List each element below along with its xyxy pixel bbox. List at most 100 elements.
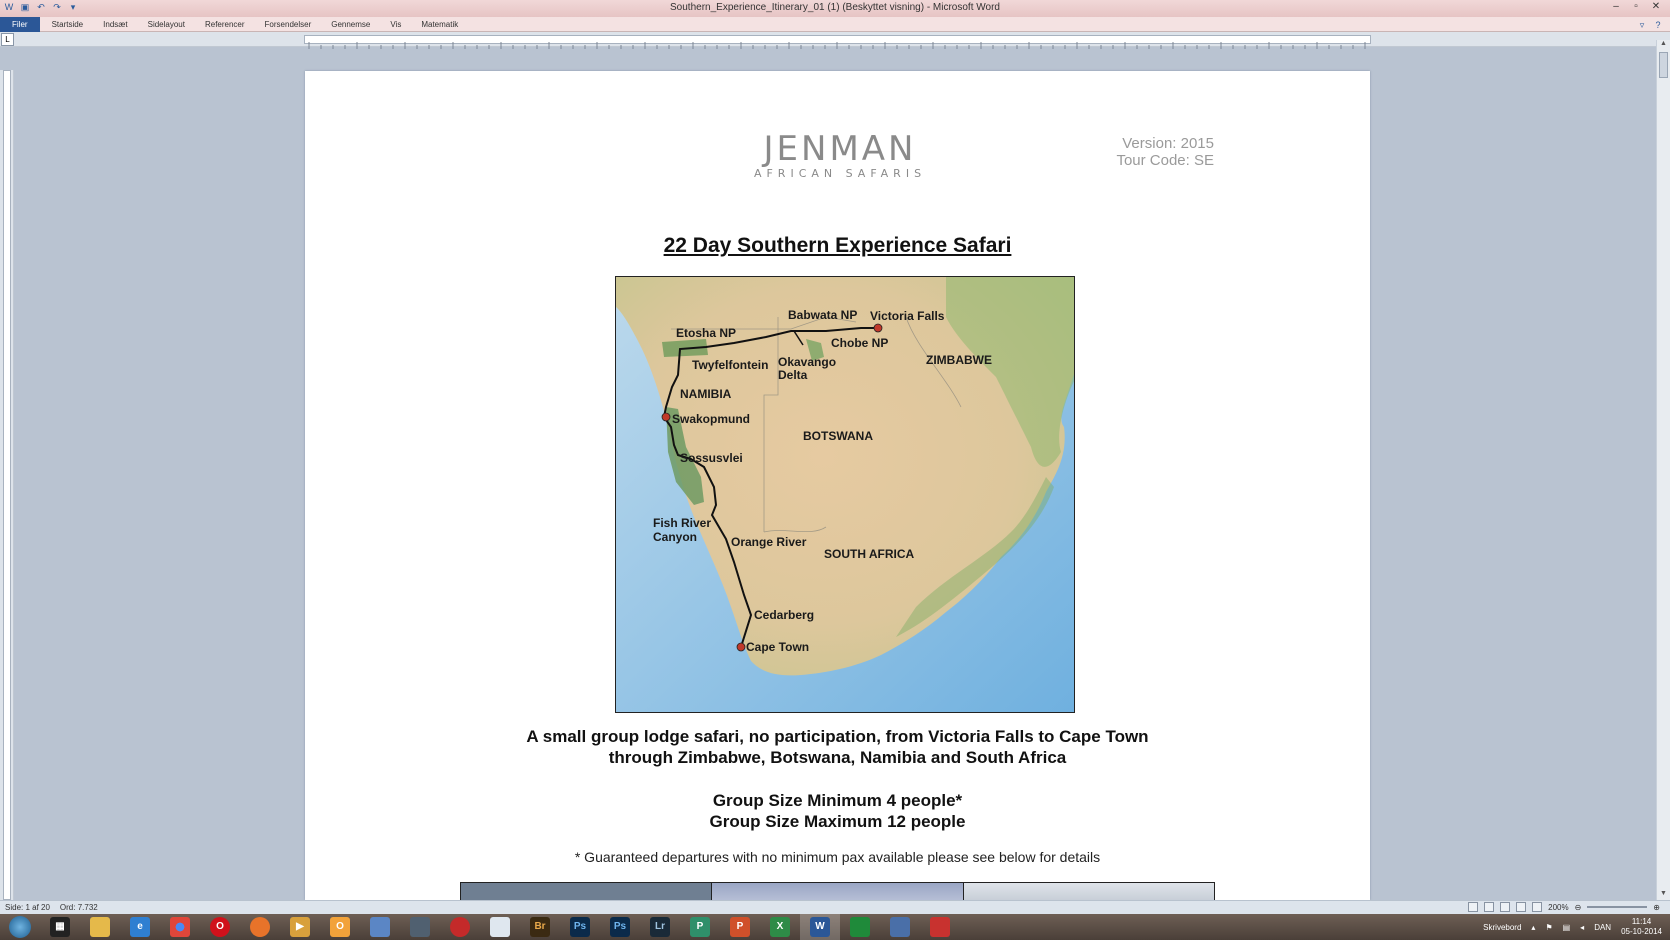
taskbar-app-bridge[interactable]: Br — [520, 914, 560, 940]
taskbar-app-manager[interactable]: ▦ — [40, 914, 80, 940]
document-page[interactable]: JENMAN AFRICAN SAFARIS Version: 2015 Tou… — [305, 71, 1370, 900]
group-size: Group Size Minimum 4 people* Group Size … — [305, 790, 1370, 832]
tab-math[interactable]: Matematik — [411, 17, 468, 32]
desktop-toolbar-label[interactable]: Skrivebord — [1483, 923, 1521, 932]
version-text: Version: 2015 — [1122, 135, 1214, 152]
page-count[interactable]: Side: 1 af 20 — [5, 903, 50, 912]
draft-view-icon[interactable] — [1532, 902, 1543, 912]
clock-time: 11:14 — [1631, 917, 1652, 926]
map-label-victoria-falls: Victoria Falls — [870, 309, 945, 323]
ruler-bar[interactable] — [304, 35, 1371, 49]
horizontal-ruler: L — [0, 32, 1670, 49]
expand-ribbon-icon[interactable]: ▿ — [1636, 19, 1648, 31]
scroll-thumb[interactable] — [1659, 52, 1668, 78]
zoom-out-icon[interactable]: ⊖ — [1575, 903, 1582, 912]
status-bar: Side: 1 af 20 Ord: 7.732 200% ⊖ ⊕ — [0, 900, 1670, 914]
route-map: Babwata NP Victoria Falls Etosha NP Chob… — [615, 276, 1075, 713]
restore-button[interactable]: ▫ — [1626, 0, 1646, 14]
tour-description: A small group lodge safari, no participa… — [305, 726, 1370, 768]
swakopmund-marker — [661, 412, 671, 422]
tab-review[interactable]: Gennemse — [321, 17, 380, 32]
taskbar-app-firefox[interactable] — [240, 914, 280, 940]
company-logo: JENMAN AFRICAN SAFARIS — [745, 131, 935, 180]
grid-app-icon: ▦ — [50, 917, 70, 937]
outline-view-icon[interactable] — [1516, 902, 1527, 912]
photoshop-icon-2: Ps — [610, 917, 630, 937]
taskbar-app-chrome[interactable] — [160, 914, 200, 940]
taskbar-app-word[interactable]: W — [800, 914, 840, 940]
logo-subtitle: AFRICAN SAFARIS — [753, 167, 927, 180]
taskbar-app-acrobat[interactable] — [920, 914, 960, 940]
photo-1 — [461, 883, 713, 900]
taskbar-app-notepad[interactable] — [480, 914, 520, 940]
print-layout-view-icon[interactable] — [1468, 902, 1479, 912]
lightroom-icon: Lr — [650, 917, 670, 937]
close-button[interactable]: ✕ — [1646, 0, 1666, 14]
flag-icon[interactable]: ⚑ — [1545, 923, 1552, 932]
start-button[interactable] — [0, 914, 40, 940]
tab-references[interactable]: Referencer — [195, 17, 255, 32]
scroll-down-icon[interactable]: ▼ — [1657, 890, 1670, 900]
taskbar-app-publisher[interactable]: P — [680, 914, 720, 940]
taskbar-app-media[interactable]: ▶ — [280, 914, 320, 940]
clock[interactable]: 11:14 05-10-2014 — [1621, 917, 1662, 937]
map-label-cape-town: Cape Town — [746, 640, 809, 654]
tab-insert[interactable]: Indsæt — [93, 17, 137, 32]
outlook-icon: O — [330, 917, 350, 937]
acrobat-icon — [930, 917, 950, 937]
taskbar-app-outlook[interactable]: O — [320, 914, 360, 940]
tab-file[interactable]: Filer — [0, 17, 40, 32]
map-label-fish-river-2: Canyon — [653, 530, 697, 544]
vertical-scrollbar[interactable]: ▲ ▼ — [1656, 40, 1670, 900]
ribbon: Filer Startside Indsæt Sidelayout Refere… — [0, 17, 1670, 32]
scroll-up-icon[interactable]: ▲ — [1657, 40, 1670, 50]
taskbar-app-powerpoint[interactable]: P — [720, 914, 760, 940]
tab-home[interactable]: Startside — [42, 17, 94, 32]
taskbar-app-opera[interactable]: O — [200, 914, 240, 940]
taskbar-app-photoshop-1[interactable]: Ps — [560, 914, 600, 940]
word-count[interactable]: Ord: 7.732 — [60, 903, 98, 912]
taskbar-app-lightroom[interactable]: Lr — [640, 914, 680, 940]
volume-icon[interactable]: ◂ — [1580, 923, 1584, 932]
tour-code-text: Tour Code: SE — [1116, 152, 1214, 169]
map-label-orange-river: Orange River — [731, 535, 807, 549]
zoom-level[interactable]: 200% — [1548, 903, 1568, 912]
minimize-button[interactable]: – — [1606, 0, 1626, 14]
map-label-babwata: Babwata NP — [788, 308, 857, 322]
full-screen-view-icon[interactable] — [1484, 902, 1495, 912]
tab-mailings[interactable]: Forsendelser — [255, 17, 322, 32]
zoom-in-icon[interactable]: ⊕ — [1653, 903, 1660, 912]
vertical-ruler-bar[interactable] — [3, 70, 11, 900]
language-indicator[interactable]: DAN — [1594, 923, 1611, 932]
taskbar-app-photoshop-2[interactable]: Ps — [600, 914, 640, 940]
taskbar-app-network[interactable] — [360, 914, 400, 940]
taskbar-app-calc[interactable] — [400, 914, 440, 940]
tray-expand-icon[interactable]: ▴ — [1531, 923, 1535, 932]
taskbar-app-explorer[interactable] — [80, 914, 120, 940]
help-icon[interactable]: ? — [1652, 19, 1664, 31]
taskbar-app-ie[interactable]: e — [120, 914, 160, 940]
web-layout-view-icon[interactable] — [1500, 902, 1511, 912]
map-label-namibia: NAMIBIA — [680, 387, 732, 401]
logo-brand: JENMAN — [763, 129, 917, 169]
taskbar-app-nero[interactable] — [440, 914, 480, 940]
powerpoint-icon: P — [730, 917, 750, 937]
window-title: Southern_Experience_Itinerary_01 (1) (Be… — [670, 2, 1000, 13]
tab-page-layout[interactable]: Sidelayout — [138, 17, 195, 32]
photo-2 — [712, 883, 964, 900]
zoom-slider[interactable] — [1587, 906, 1648, 908]
map-label-fish-river-1: Fish River — [653, 516, 711, 530]
network-tray-icon[interactable]: ▤ — [1563, 923, 1571, 932]
tab-view[interactable]: Vis — [380, 17, 411, 32]
taskbar-app-excel[interactable]: X — [760, 914, 800, 940]
version-block: Version: 2015 Tour Code: SE — [1116, 135, 1214, 169]
taskbar-app-remote[interactable] — [880, 914, 920, 940]
window-controls: – ▫ ✕ — [1606, 0, 1666, 14]
tab-selector-button[interactable]: L — [1, 33, 14, 46]
map-label-swakopmund: Swakopmund — [672, 412, 750, 426]
taskbar-app-project[interactable] — [840, 914, 880, 940]
map-label-sossusvlei: Sossusvlei — [680, 451, 743, 465]
document-title: 22 Day Southern Experience Safari — [663, 234, 1012, 257]
network-icon — [370, 917, 390, 937]
guarantee-note: * Guaranteed departures with no minimum … — [574, 849, 1101, 865]
